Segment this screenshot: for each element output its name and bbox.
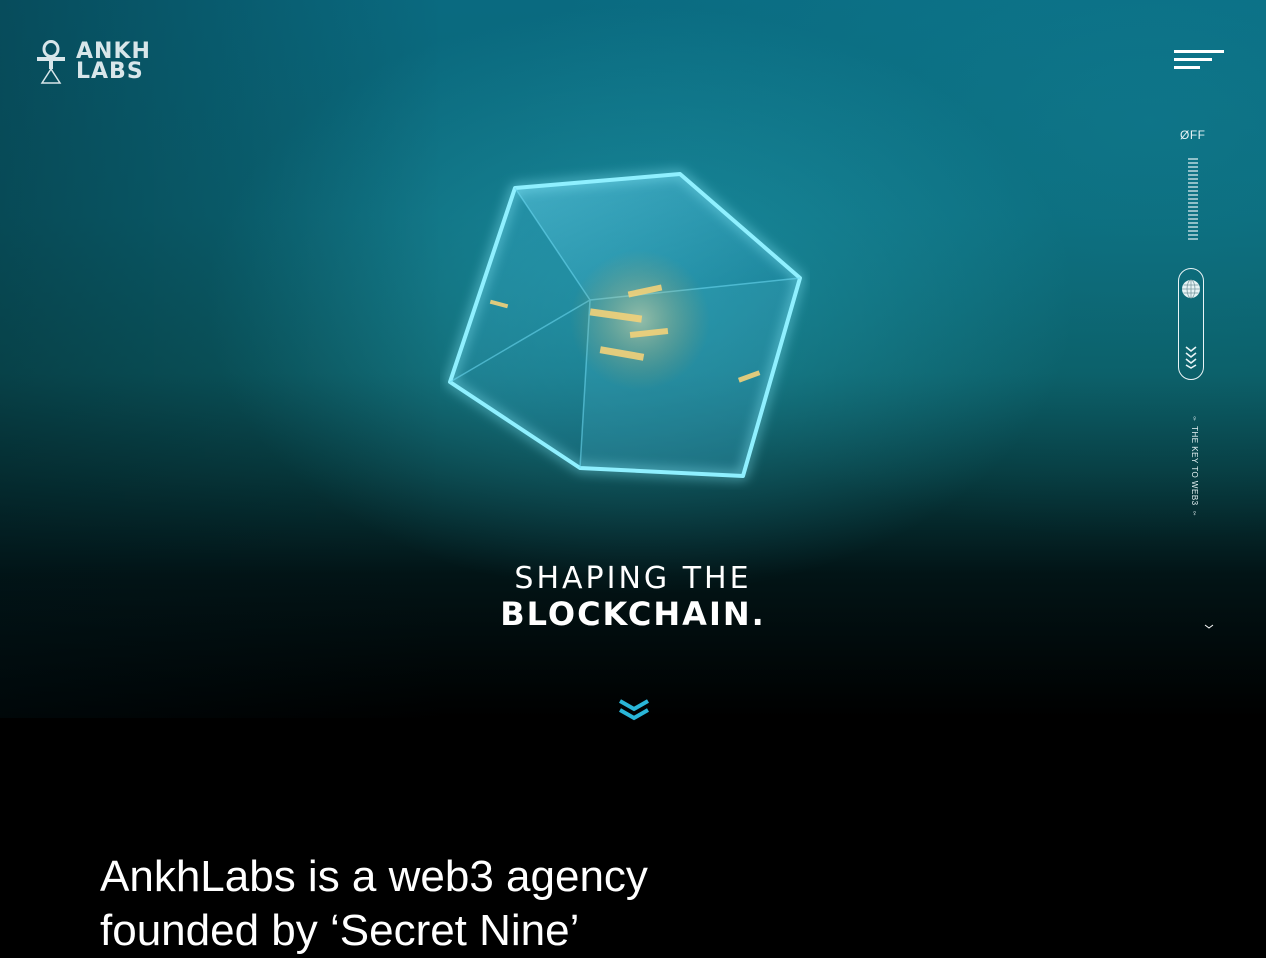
menu-button[interactable] xyxy=(1172,48,1226,72)
volume-bars[interactable] xyxy=(1187,158,1199,242)
ankh-icon xyxy=(37,40,65,84)
tagline-vertical: ♀ THE KEY TO WEB3 ♀ xyxy=(1190,414,1199,518)
mode-switch[interactable] xyxy=(1178,268,1204,380)
hero-title-line1: SHAPING THE xyxy=(514,561,752,596)
brand-logo[interactable]: ANKH LABS xyxy=(36,40,151,84)
scroll-down-chevron-icon[interactable] xyxy=(617,698,651,722)
glowing-cube-illustration xyxy=(448,172,802,478)
sound-toggle[interactable]: ØFF xyxy=(1180,128,1206,142)
intro-paragraph: AnkhLabs is a web3 agency founded by ‘Se… xyxy=(100,852,648,955)
zigzag-icon[interactable] xyxy=(1185,345,1197,369)
globe-icon[interactable] xyxy=(1181,279,1201,299)
hero-headline: SHAPING THE BLOCKCHAIN. xyxy=(0,561,1266,633)
brand-name-line2: LABS xyxy=(76,59,144,84)
hero-title-line2: BLOCKCHAIN. xyxy=(500,595,766,633)
